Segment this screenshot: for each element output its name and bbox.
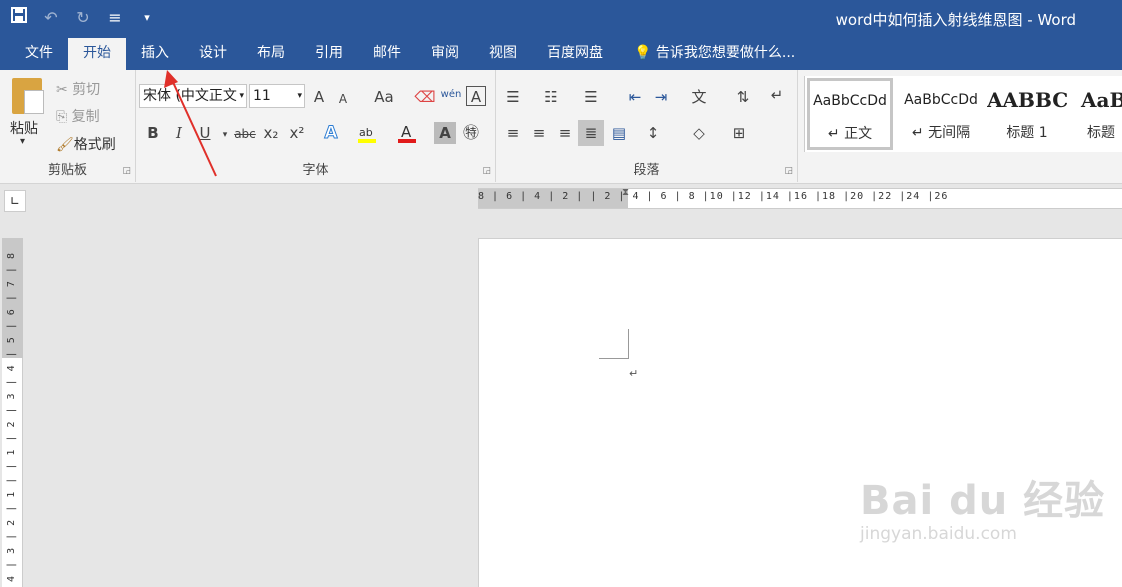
clipboard-group: 粘贴 ▾ ✂ 剪切 ⎘ 复制 🖌格式刷 剪贴板 ◲ bbox=[0, 70, 136, 182]
clipboard-group-label: 剪贴板 bbox=[47, 163, 87, 178]
paragraph-launcher-icon[interactable]: ◲ bbox=[784, 166, 793, 176]
underline-button[interactable]: U bbox=[194, 122, 216, 144]
style-no-spacing[interactable]: AaBbCcDd ↵ 无间隔 bbox=[897, 76, 985, 150]
character-shading-icon[interactable]: A bbox=[434, 122, 456, 144]
vertical-ruler-ticks: 4 | 3 | 2 | 1 | | 1 | 2 | 3 | 4 | 5 | 6 … bbox=[6, 252, 17, 582]
watermark-url: jingyan.baidu.com bbox=[860, 524, 1017, 544]
tab-review[interactable]: 审阅 bbox=[416, 38, 474, 70]
tab-selector[interactable]: ∟ bbox=[4, 190, 26, 212]
title-bar: ↶ ↻ ≡ ▾ word中如何插入射线维恩图 - Word bbox=[0, 0, 1122, 38]
tab-layout[interactable]: 布局 bbox=[242, 38, 300, 70]
justify-icon[interactable]: ≣ bbox=[578, 120, 604, 146]
svg-text:A: A bbox=[401, 123, 412, 141]
tab-view[interactable]: 视图 bbox=[474, 38, 532, 70]
multilevel-list-icon[interactable]: ☰ bbox=[580, 86, 602, 108]
highlight-color-bar bbox=[358, 139, 376, 143]
font-launcher-icon[interactable]: ◲ bbox=[482, 166, 491, 176]
shrink-font-button[interactable]: A bbox=[332, 88, 354, 110]
brush-icon: 🖌 bbox=[56, 137, 74, 153]
line-spacing-icon[interactable]: ↕ bbox=[642, 122, 664, 144]
tab-file[interactable]: 文件 bbox=[10, 38, 68, 70]
paragraph-group-label: 段落 bbox=[633, 163, 660, 178]
enclose-characters-icon[interactable]: ㊕ bbox=[460, 122, 482, 144]
undo-icon[interactable]: ↶ bbox=[42, 8, 60, 27]
format-painter-button[interactable]: 🖌格式刷 bbox=[56, 134, 116, 154]
tab-mailings[interactable]: 邮件 bbox=[358, 38, 416, 70]
clear-formatting-icon[interactable]: ⌫ bbox=[414, 86, 436, 108]
baidu-watermark: Bai du 经验 jingyan.baidu.com bbox=[860, 468, 1105, 544]
tab-references[interactable]: 引用 bbox=[300, 38, 358, 70]
indent-marker-icon[interactable]: ⧗ bbox=[622, 187, 629, 198]
italic-button[interactable]: I bbox=[168, 122, 190, 144]
lightbulb-icon: 💡 bbox=[634, 45, 652, 61]
character-border-icon[interactable]: A bbox=[466, 86, 486, 106]
ribbon-tabs: 文件 开始 插入 设计 布局 引用 邮件 审阅 视图 百度网盘 💡 告诉我您想要… bbox=[0, 38, 1122, 70]
tab-home[interactable]: 开始 bbox=[68, 38, 126, 70]
ribbon: 粘贴 ▾ ✂ 剪切 ⎘ 复制 🖌格式刷 剪贴板 ◲ 宋体 (中文正文 ▾ 11 ▾ … bbox=[0, 70, 1122, 184]
styles-gallery: AaBbCcDd ↵ 正文 AaBbCcDd ↵ 无间隔 AABBC 标题 1 … bbox=[804, 76, 1122, 152]
window-title: word中如何插入射线维恩图 - Word bbox=[835, 11, 1076, 29]
watermark-logo: Bai du 经验 bbox=[860, 478, 1106, 524]
highlight-icon[interactable]: ab bbox=[356, 122, 378, 144]
tab-insert[interactable]: 插入 bbox=[126, 38, 184, 70]
redo-icon[interactable]: ↻ bbox=[74, 8, 92, 27]
font-color-icon[interactable]: A bbox=[396, 122, 418, 144]
style-title[interactable]: AaB 标题 bbox=[1073, 76, 1122, 150]
touch-mode-icon[interactable]: ≡ bbox=[106, 8, 124, 27]
clipboard-launcher-icon[interactable]: ◲ bbox=[122, 166, 131, 176]
phonetic-guide-button[interactable]: wén bbox=[440, 84, 462, 106]
increase-indent-icon[interactable]: ⇥ bbox=[650, 86, 672, 108]
distributed-icon[interactable]: ▤ bbox=[608, 122, 630, 144]
tab-baidu-netdisk[interactable]: 百度网盘 bbox=[532, 38, 618, 70]
shading-icon[interactable]: ◇ bbox=[688, 122, 710, 144]
strikethrough-button[interactable]: abc bbox=[232, 123, 258, 145]
svg-text:ab: ab bbox=[359, 126, 373, 139]
scissors-icon: ✂ bbox=[56, 82, 68, 98]
show-marks-icon[interactable]: ↵ bbox=[766, 84, 788, 106]
tell-me-text: 告诉我您想要做什么... bbox=[655, 45, 796, 61]
style-heading-1[interactable]: AABBC 标题 1 bbox=[987, 76, 1067, 150]
paragraph-mark: ↵ bbox=[629, 367, 639, 380]
borders-icon[interactable]: ⊞ bbox=[728, 122, 750, 144]
customize-qat-icon[interactable]: ▾ bbox=[138, 11, 156, 24]
tell-me-box[interactable]: 💡 告诉我您想要做什么... bbox=[618, 38, 795, 70]
font-size-combo[interactable]: 11 ▾ bbox=[249, 84, 305, 108]
subscript-button[interactable]: x₂ bbox=[260, 122, 282, 144]
cut-button[interactable]: ✂ 剪切 bbox=[56, 79, 100, 99]
change-case-button[interactable]: Aa bbox=[368, 86, 400, 108]
align-right-icon[interactable]: ≡ bbox=[554, 122, 576, 144]
copy-icon: ⎘ bbox=[56, 109, 68, 125]
paste-icon[interactable] bbox=[12, 78, 44, 114]
font-name-combo[interactable]: 宋体 (中文正文 ▾ bbox=[139, 84, 247, 108]
bold-button[interactable]: B bbox=[142, 122, 164, 144]
sort-icon[interactable]: ⇅ bbox=[732, 86, 754, 108]
decrease-indent-icon[interactable]: ⇤ bbox=[624, 86, 646, 108]
paste-dropdown-icon[interactable]: ▾ bbox=[20, 136, 25, 147]
vertical-ruler[interactable]: 4 | 3 | 2 | 1 | | 1 | 2 | 3 | 4 | 5 | 6 … bbox=[2, 238, 23, 587]
numbering-icon[interactable]: ☷ bbox=[540, 86, 562, 108]
margin-corner-mark bbox=[599, 329, 629, 359]
text-effects-icon[interactable]: A bbox=[320, 122, 342, 144]
tab-design[interactable]: 设计 bbox=[184, 38, 242, 70]
font-group-label: 字体 bbox=[302, 163, 329, 178]
grow-font-button[interactable]: A bbox=[308, 86, 330, 108]
save-icon[interactable] bbox=[10, 6, 28, 28]
copy-button[interactable]: ⎘ 复制 bbox=[56, 106, 100, 126]
bullets-icon[interactable]: ☰ bbox=[502, 86, 524, 108]
font-group: 宋体 (中文正文 ▾ 11 ▾ A A Aa ⌫ wén A B I U ▾ abc… bbox=[136, 70, 496, 182]
paste-button[interactable]: 粘贴 bbox=[10, 118, 38, 138]
horizontal-ruler[interactable]: 8 | 6 | 4 | 2 | | 2 | 4 | 6 | 8 |10 |12 … bbox=[478, 187, 1122, 209]
font-color-bar bbox=[398, 139, 416, 143]
paragraph-group: ☰ ☷ ☰ ⇤ ⇥ 文 ⇅ ↵ ≡ ≡ ≡ ≣ ▤ ↕ ◇ ⊞ 段落 ◲ bbox=[496, 70, 798, 182]
style-normal[interactable]: AaBbCcDd ↵ 正文 bbox=[807, 78, 893, 150]
align-left-icon[interactable]: ≡ bbox=[502, 122, 524, 144]
align-center-icon[interactable]: ≡ bbox=[528, 122, 550, 144]
chinese-layout-icon[interactable]: 文 bbox=[688, 86, 710, 108]
superscript-button[interactable]: x² bbox=[286, 122, 308, 144]
horizontal-ruler-ticks: 8 | 6 | 4 | 2 | | 2 | 4 | 6 | 8 |10 |12 … bbox=[478, 191, 949, 202]
quick-access-toolbar: ↶ ↻ ≡ ▾ bbox=[10, 6, 156, 28]
